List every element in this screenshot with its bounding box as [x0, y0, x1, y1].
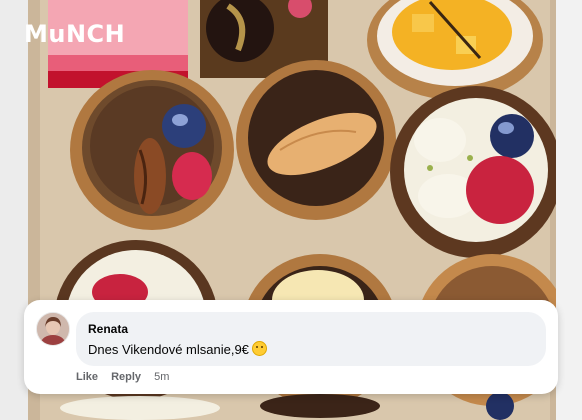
comment-actions: Like Reply 5m [76, 371, 179, 383]
comment-text-row: Dnes Vikendové mlsanie,9€ [88, 341, 267, 357]
comment-text: Dnes Vikendové mlsanie,9€ [88, 342, 249, 357]
user-avatar-icon [37, 313, 69, 345]
comment-bubble: Renata Dnes Vikendové mlsanie,9€ [76, 312, 546, 366]
reply-button[interactable]: Reply [111, 371, 141, 383]
munch-logo: MuNCH [24, 20, 126, 48]
like-button[interactable]: Like [76, 371, 98, 383]
avatar[interactable] [36, 312, 70, 346]
comment-card: Renata Dnes Vikendové mlsanie,9€ Like Re… [24, 300, 558, 394]
comment-author[interactable]: Renata [88, 322, 128, 336]
smiling-face-icon [251, 341, 267, 356]
comment-timestamp: 5m [154, 371, 170, 383]
